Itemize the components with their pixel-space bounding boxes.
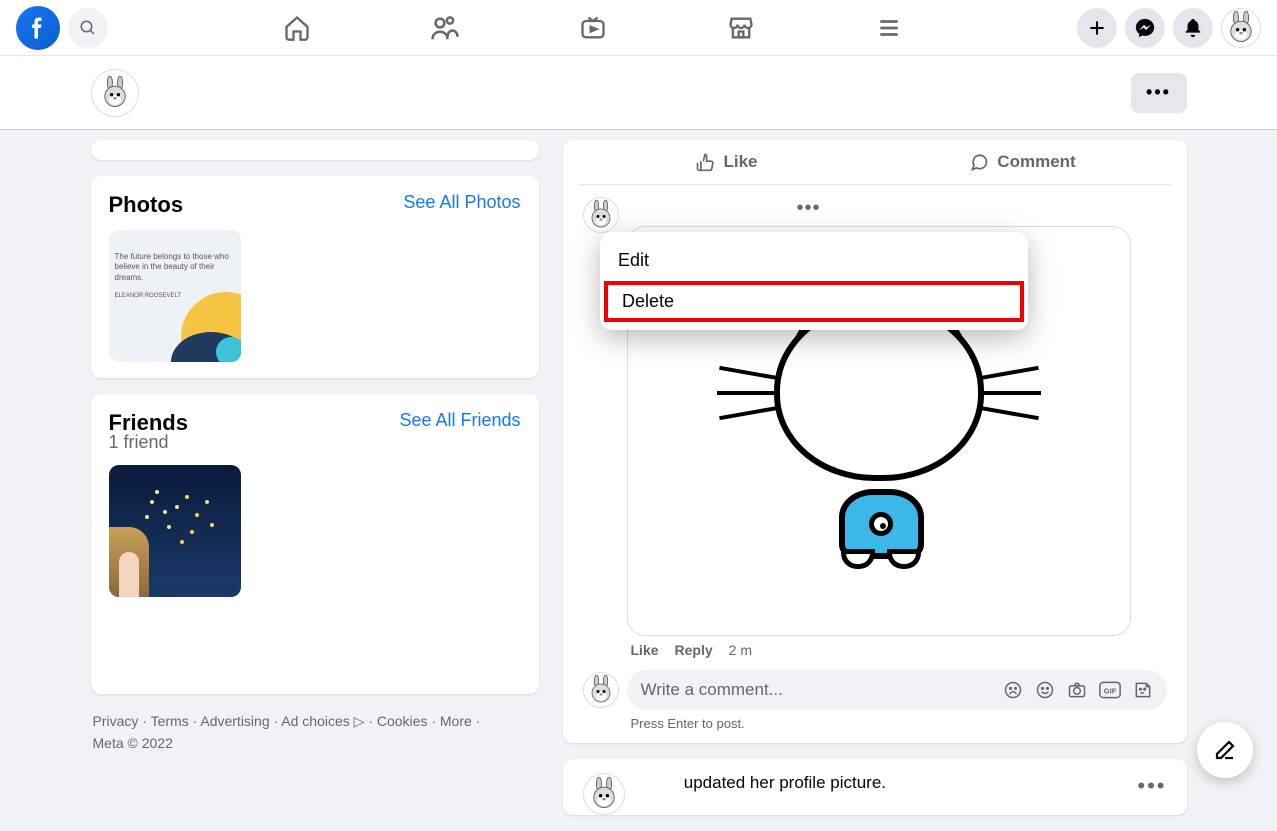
avatar-icon (586, 200, 616, 230)
compose-icon (1213, 738, 1237, 762)
avatar-icon (586, 675, 616, 705)
comment-input[interactable]: Write a comment... GIF (627, 670, 1167, 710)
top-nav-center (188, 4, 997, 52)
menu-tab[interactable] (865, 4, 913, 52)
friends-tab[interactable] (421, 4, 469, 52)
next-post-avatar[interactable] (583, 773, 625, 815)
account-avatar[interactable] (1221, 8, 1261, 48)
post-like-button[interactable]: Like (579, 140, 875, 184)
top-nav (0, 0, 1277, 56)
comment-options-button[interactable]: ••• (797, 197, 1167, 220)
bell-icon (1182, 17, 1204, 39)
avatar-sticker-icon[interactable] (1003, 680, 1023, 700)
next-post-card: name updated her profile picture. ••• (563, 759, 1187, 815)
comment-icon (969, 152, 989, 172)
marketplace-tab[interactable] (717, 4, 765, 52)
comment-timestamp: 2 m (729, 642, 752, 658)
plus-icon (1087, 18, 1107, 38)
post-actions-bar: Like Comment (579, 140, 1171, 185)
camera-icon[interactable] (1067, 680, 1087, 700)
friend-thumbnail[interactable] (109, 465, 241, 597)
facebook-logo[interactable] (16, 6, 60, 50)
my-avatar[interactable] (583, 672, 619, 708)
post-like-label: Like (723, 152, 757, 172)
search-button[interactable] (68, 8, 108, 48)
friends-card: Friends See All Friends 1 friend (91, 394, 539, 694)
home-icon (283, 14, 311, 42)
photos-card: Photos See All Photos The future belongs… (91, 176, 539, 378)
marketplace-icon (727, 14, 755, 42)
next-post-text: name updated her profile picture. (637, 773, 1126, 793)
post-card: Like Comment ••• (563, 140, 1187, 743)
photos-title: Photos (109, 192, 184, 218)
footer-links-text[interactable]: Privacy · Terms · Advertising · Ad choic… (93, 713, 481, 729)
notifications-button[interactable] (1173, 8, 1213, 48)
menu-edit[interactable]: Edit (600, 240, 1028, 281)
intro-card-bottom (91, 140, 539, 160)
comment-like-link[interactable]: Like (631, 642, 659, 658)
svg-text:GIF: GIF (1103, 686, 1116, 695)
comment-context-menu: Edit Delete (600, 232, 1028, 330)
comment-input-row: Write a comment... GIF (579, 670, 1171, 710)
post-comment-button[interactable]: Comment (875, 140, 1171, 184)
search-icon (79, 19, 97, 37)
see-all-photos-link[interactable]: See All Photos (403, 192, 520, 213)
menu-delete[interactable]: Delete (604, 281, 1024, 322)
top-nav-left (16, 6, 108, 50)
messenger-icon (1134, 17, 1156, 39)
hamburger-icon (876, 15, 902, 41)
avatar-icon (1224, 11, 1258, 45)
gif-icon[interactable]: GIF (1099, 680, 1121, 700)
comment-actions: Like Reply 2 m (631, 642, 1171, 658)
footer-meta: Meta © 2022 (93, 735, 173, 751)
avatar-icon (587, 777, 621, 811)
like-icon (695, 152, 715, 172)
left-column: Photos See All Photos The future belongs… (91, 140, 539, 831)
profile-more-button[interactable]: ••• (1131, 73, 1187, 113)
sticker-icon[interactable] (1133, 680, 1153, 700)
ellipsis-icon: ••• (1146, 82, 1171, 103)
photo-thumbnail[interactable]: The future belongs to those who believe … (109, 230, 241, 362)
comment-hint: Press Enter to post. (631, 716, 1171, 731)
next-post-options-button[interactable]: ••• (1137, 773, 1166, 799)
comment-placeholder: Write a comment... (641, 680, 783, 700)
see-all-friends-link[interactable]: See All Friends (399, 410, 520, 431)
profile-bar-avatar[interactable] (91, 69, 139, 117)
create-button[interactable] (1077, 8, 1117, 48)
messenger-button[interactable] (1125, 8, 1165, 48)
friends-icon (430, 13, 460, 43)
watch-tab[interactable] (569, 4, 617, 52)
commenter-avatar[interactable] (583, 197, 619, 233)
comment-reply-link[interactable]: Reply (675, 642, 713, 658)
top-nav-right (1077, 8, 1261, 48)
watch-icon (579, 14, 607, 42)
footer-links: Privacy · Terms · Advertising · Ad choic… (91, 710, 539, 755)
compose-fab[interactable] (1197, 722, 1253, 778)
home-tab[interactable] (273, 4, 321, 52)
profile-bar: ••• (0, 56, 1277, 130)
post-comment-label: Comment (997, 152, 1075, 172)
comment-input-icons: GIF (1003, 680, 1153, 700)
emoji-icon[interactable] (1035, 680, 1055, 700)
avatar-icon (98, 76, 132, 110)
photo-quote-text: The future belongs to those who believe … (115, 252, 233, 283)
